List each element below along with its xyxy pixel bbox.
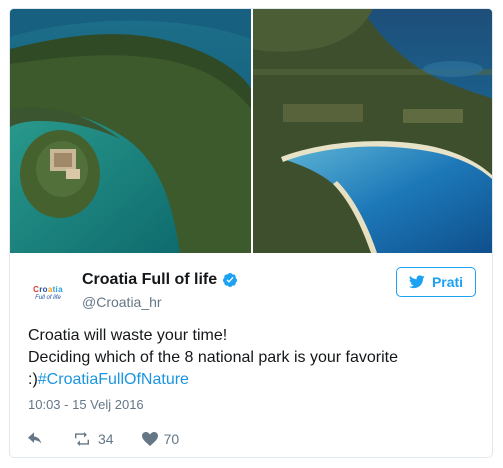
tweet-text: Croatia will waste your time! Deciding w… xyxy=(28,325,478,391)
reply-button[interactable] xyxy=(28,432,44,446)
tweet-line-3-prefix: :) xyxy=(28,371,38,388)
verified-badge-icon xyxy=(223,273,238,287)
tweet-line-3: :)#CroatiaFullOfNature xyxy=(28,369,478,391)
retweet-count: 34 xyxy=(98,431,114,447)
timestamp[interactable]: 10:03 - 15 Velj 2016 xyxy=(28,397,144,412)
retweet-button[interactable]: 34 xyxy=(72,431,114,447)
logo-tagline: Full of life xyxy=(35,295,61,301)
photo-island-monastery[interactable] xyxy=(10,9,251,253)
follow-button[interactable]: Prati xyxy=(396,267,476,297)
like-button[interactable]: 70 xyxy=(141,431,180,447)
heart-icon xyxy=(141,432,158,446)
tweet-line-1: Croatia will waste your time! xyxy=(28,327,228,344)
media-grid xyxy=(10,9,492,253)
hashtag-link[interactable]: #CroatiaFullOfNature xyxy=(38,371,189,388)
twitter-bird-icon xyxy=(408,275,425,289)
reply-icon xyxy=(28,432,42,444)
avatar[interactable]: Croatia Full of life xyxy=(24,269,72,317)
retweet-icon xyxy=(75,432,89,446)
follow-button-label: Prati xyxy=(431,274,464,290)
action-bar: 34 70 xyxy=(28,428,207,450)
display-name[interactable]: Croatia Full of life xyxy=(82,271,217,289)
tweet-card: Croatia Full of life Croatia Full of lif… xyxy=(9,8,493,458)
tweet-line-2: Deciding which of the 8 national park is… xyxy=(28,349,398,366)
photo-blue-lagoon-image xyxy=(253,9,492,253)
photo-blue-lagoon[interactable] xyxy=(253,9,492,253)
logo-wordmark: Croatia xyxy=(33,285,63,294)
photo-island-monastery-image xyxy=(10,9,251,253)
like-count: 70 xyxy=(163,431,180,447)
handle[interactable]: @Croatia_hr xyxy=(82,294,162,310)
name-row: Croatia Full of life xyxy=(82,271,238,289)
